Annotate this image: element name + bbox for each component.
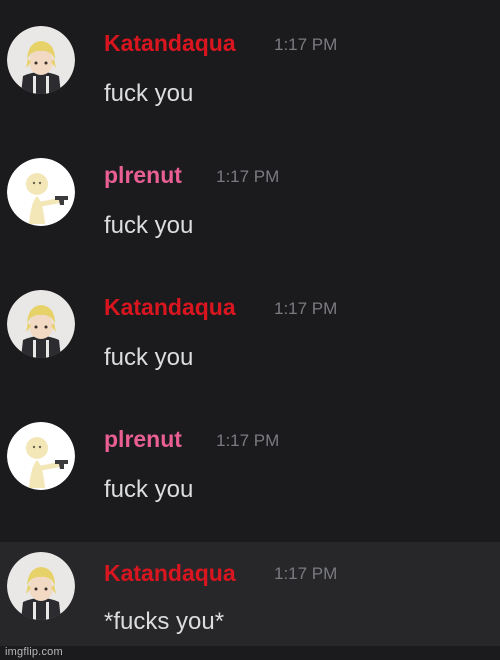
- message-author[interactable]: Katandaqua: [104, 559, 236, 587]
- katandaqua-avatar[interactable]: [7, 290, 75, 358]
- message-author[interactable]: Katandaqua: [104, 29, 236, 57]
- chat-message[interactable]: plrenut 1:17 PM fuck you: [0, 132, 500, 264]
- message-text: fuck you: [104, 344, 194, 371]
- chat-message[interactable]: plrenut 1:17 PM fuck you: [0, 396, 500, 528]
- katandaqua-avatar[interactable]: [7, 26, 75, 94]
- message-author[interactable]: plrenut: [104, 425, 182, 453]
- watermark-label: imgflip.com: [5, 646, 63, 658]
- message-timestamp: 1:17 PM: [274, 35, 338, 54]
- message-timestamp: 1:17 PM: [216, 431, 280, 450]
- message-author[interactable]: plrenut: [104, 161, 182, 189]
- message-text: *fucks you*: [104, 608, 225, 635]
- chat-message[interactable]: Katandaqua 1:17 PM fuck you: [0, 0, 500, 132]
- message-author[interactable]: Katandaqua: [104, 293, 236, 321]
- katandaqua-avatar[interactable]: [7, 552, 75, 620]
- chat-message[interactable]: Katandaqua 1:17 PM *fucks you*: [0, 542, 500, 646]
- message-text: fuck you: [104, 476, 194, 503]
- plrenut-avatar[interactable]: [7, 422, 75, 490]
- message-timestamp: 1:17 PM: [274, 299, 338, 318]
- chat-message-list: Katandaqua 1:17 PM fuck you plrenut 1:17…: [0, 0, 500, 660]
- message-text: fuck you: [104, 80, 194, 107]
- plrenut-avatar[interactable]: [7, 158, 75, 226]
- message-timestamp: 1:17 PM: [216, 167, 280, 186]
- message-text: fuck you: [104, 212, 194, 239]
- message-timestamp: 1:17 PM: [274, 564, 338, 583]
- chat-message[interactable]: Katandaqua 1:17 PM fuck you: [0, 264, 500, 396]
